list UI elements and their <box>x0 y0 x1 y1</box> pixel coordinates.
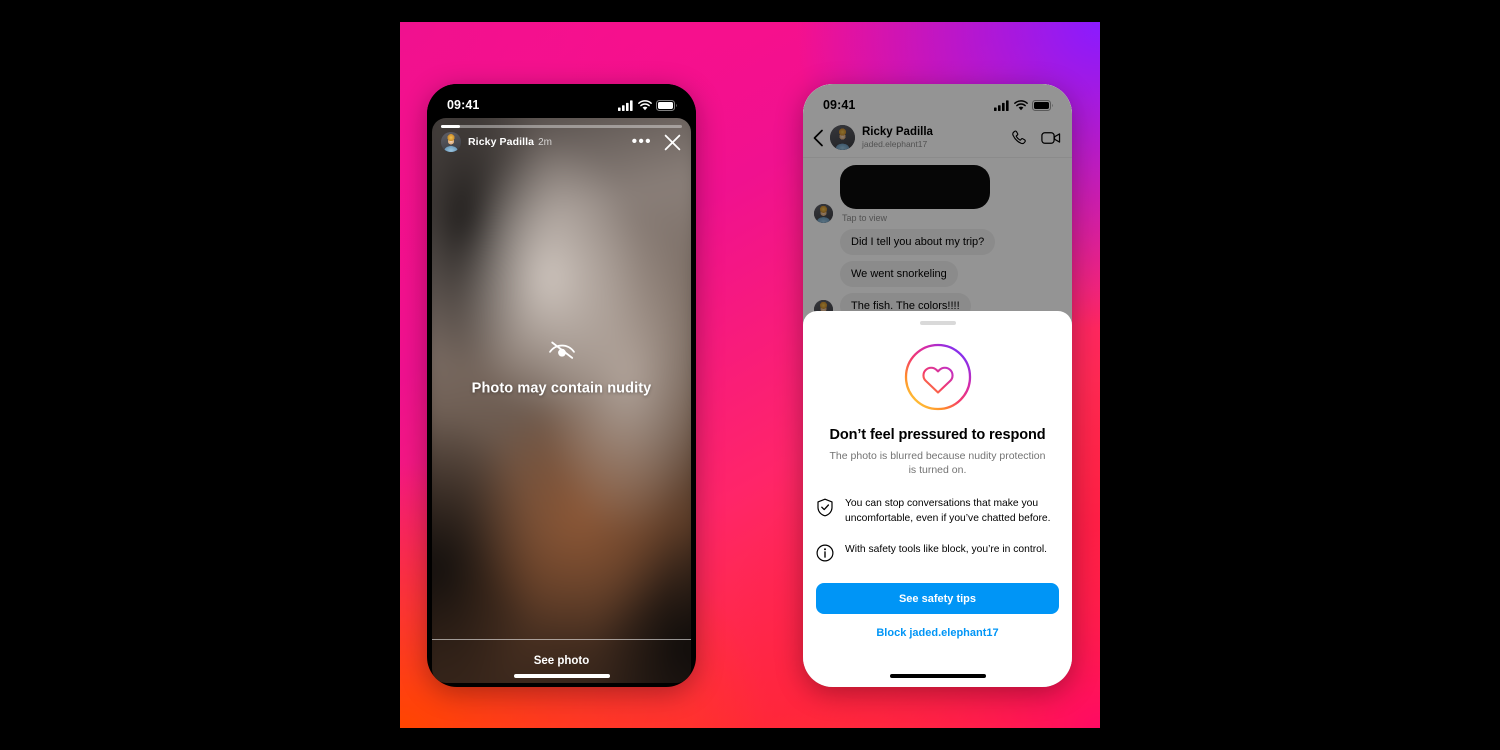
screenshot-root: 09:41 Ricky Padilla 2m ••• Photo may con… <box>0 0 1500 750</box>
left-phone-mockup: 09:41 Ricky Padilla 2m ••• Photo may con… <box>427 84 696 687</box>
story-progress-bar <box>441 125 682 128</box>
cellular-signal-icon <box>618 99 633 111</box>
story-viewer[interactable]: Ricky Padilla 2m ••• Photo may contain n… <box>432 118 691 683</box>
battery-icon <box>656 99 677 111</box>
status-bar-time: 09:41 <box>447 98 480 112</box>
info-circle-icon <box>816 544 834 567</box>
story-progress-fill <box>441 125 461 128</box>
sheet-points: You can stop conversations that make you… <box>816 497 1059 567</box>
more-options-icon[interactable]: ••• <box>632 134 652 149</box>
sheet-hero-icon <box>803 341 1072 413</box>
shield-check-icon <box>816 498 834 522</box>
nudity-protection-sheet: Don’t feel pressured to respond The phot… <box>803 311 1072 687</box>
story-author-name: Ricky Padilla <box>468 136 535 148</box>
wifi-icon <box>638 99 652 110</box>
sheet-drag-handle[interactable] <box>919 321 956 325</box>
eye-off-icon <box>548 341 575 359</box>
nudity-warning-text: Photo may contain nudity <box>471 380 652 397</box>
sheet-subtitle: The photo is blurred because nudity prot… <box>829 450 1046 476</box>
right-phone-mockup: 09:41 Ricky Padilla jaded.elephant17 Tap… <box>803 84 1072 687</box>
home-indicator <box>513 674 610 678</box>
blurred-photo <box>432 118 691 683</box>
list-item: With safety tools like block, you’re in … <box>816 543 1059 567</box>
story-timestamp: 2m <box>538 136 552 148</box>
see-safety-tips-button[interactable]: See safety tips <box>816 583 1059 615</box>
sheet-point-text: With safety tools like block, you’re in … <box>845 544 1048 556</box>
left-status-bar: 09:41 <box>427 84 696 118</box>
story-header: Ricky Padilla 2m ••• <box>432 132 691 152</box>
home-indicator <box>889 674 986 678</box>
heart-in-circle-gradient-icon <box>904 343 971 411</box>
story-header-actions: ••• <box>632 134 681 151</box>
block-user-button[interactable]: Block jaded.elephant17 <box>803 627 1072 639</box>
nudity-warning: Photo may contain nudity <box>432 337 691 396</box>
sheet-title: Don’t feel pressured to respond <box>829 427 1046 443</box>
avatar <box>441 132 461 152</box>
direct-message-screen: 09:41 Ricky Padilla jaded.elephant17 Tap… <box>803 84 1072 687</box>
status-bar-indicators <box>618 99 678 111</box>
sheet-point-text: You can stop conversations that make you… <box>845 498 1051 525</box>
list-item: You can stop conversations that make you… <box>816 497 1059 527</box>
see-photo-label: See photo <box>533 655 590 667</box>
close-icon[interactable] <box>664 134 681 151</box>
gradient-background: 09:41 Ricky Padilla 2m ••• Photo may con… <box>400 22 1100 728</box>
